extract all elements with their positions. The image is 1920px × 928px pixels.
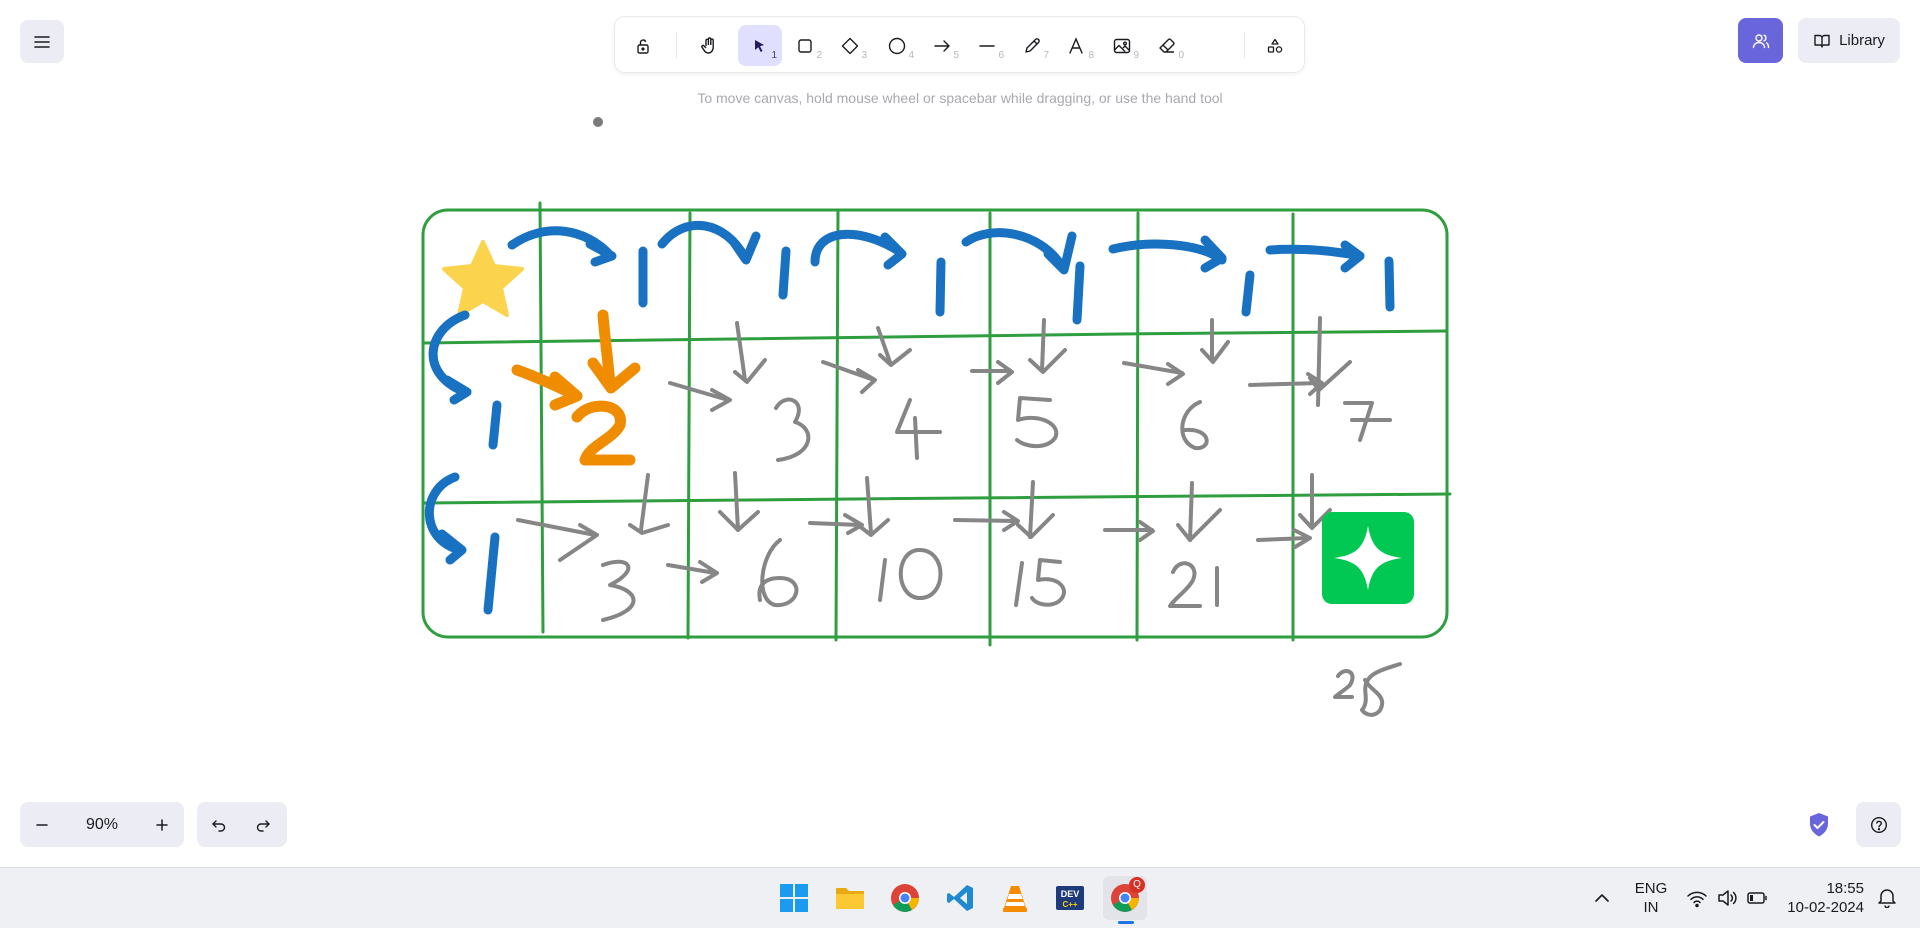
chrome-icon (891, 884, 919, 912)
language-code: ENG (1634, 880, 1668, 897)
undo-icon (212, 819, 226, 832)
time: 18:55 (1826, 880, 1864, 897)
region-code: IN (1643, 899, 1659, 916)
star-drawing (442, 240, 524, 317)
start-button[interactable] (772, 876, 816, 920)
svg-text:DEV: DEV (1061, 889, 1080, 899)
svg-text:C++: C++ (1062, 900, 1077, 909)
help-icon (1870, 816, 1887, 833)
date: 10-02-2024 (1787, 899, 1864, 916)
active-indicator (1118, 921, 1134, 924)
shield-check-icon (1810, 813, 1828, 837)
undo-redo-controls (197, 802, 287, 847)
chevron-up-icon (1595, 894, 1609, 902)
minus-icon (36, 823, 48, 826)
devc-icon: DEVC++ (1056, 886, 1084, 910)
vlc-icon (1003, 886, 1027, 912)
undo-button[interactable] (197, 802, 241, 847)
show-hidden-icons[interactable] (1590, 886, 1614, 910)
zoom-controls: 90% (20, 802, 184, 847)
battery-icon (1747, 892, 1767, 904)
redo-button[interactable] (241, 802, 285, 847)
file-explorer-app[interactable] (828, 876, 872, 920)
drawing-dot (593, 117, 603, 127)
sparkle-icon (1322, 512, 1414, 604)
drawing-canvas[interactable] (0, 0, 1920, 867)
clock[interactable]: 18:55 10-02-2024 (1784, 879, 1864, 917)
plus-icon (156, 818, 168, 831)
chrome-app[interactable] (883, 876, 927, 920)
devc-app[interactable]: DEV C++ (1048, 876, 1092, 920)
gray-strokes (516, 316, 1402, 717)
vscode-icon (947, 885, 973, 911)
zoom-in-button[interactable] (140, 802, 184, 847)
language-indicator[interactable]: ENG IN (1628, 879, 1674, 917)
notification-badge: Q (1129, 877, 1145, 893)
taskbar: DEV C++ Q ENG IN 18:55 10-02-2024 (0, 867, 1920, 928)
redo-icon (256, 819, 270, 832)
chrome-app-active[interactable]: Q (1103, 876, 1147, 924)
notifications-button[interactable] (1876, 886, 1900, 910)
network-volume-battery[interactable] (1686, 884, 1772, 912)
help-button[interactable] (1856, 802, 1901, 847)
bell-icon (1878, 889, 1896, 909)
zoom-level[interactable]: 90% (64, 802, 140, 847)
windows-icon (780, 884, 808, 912)
vscode-app[interactable] (938, 876, 982, 920)
orange-strokes (511, 309, 641, 466)
zoom-out-button[interactable] (20, 802, 64, 847)
shield-badge[interactable] (1806, 811, 1832, 839)
folder-icon (836, 888, 864, 909)
wifi-icon (1687, 891, 1707, 908)
vlc-app[interactable] (993, 876, 1037, 920)
volume-icon (1718, 890, 1737, 906)
